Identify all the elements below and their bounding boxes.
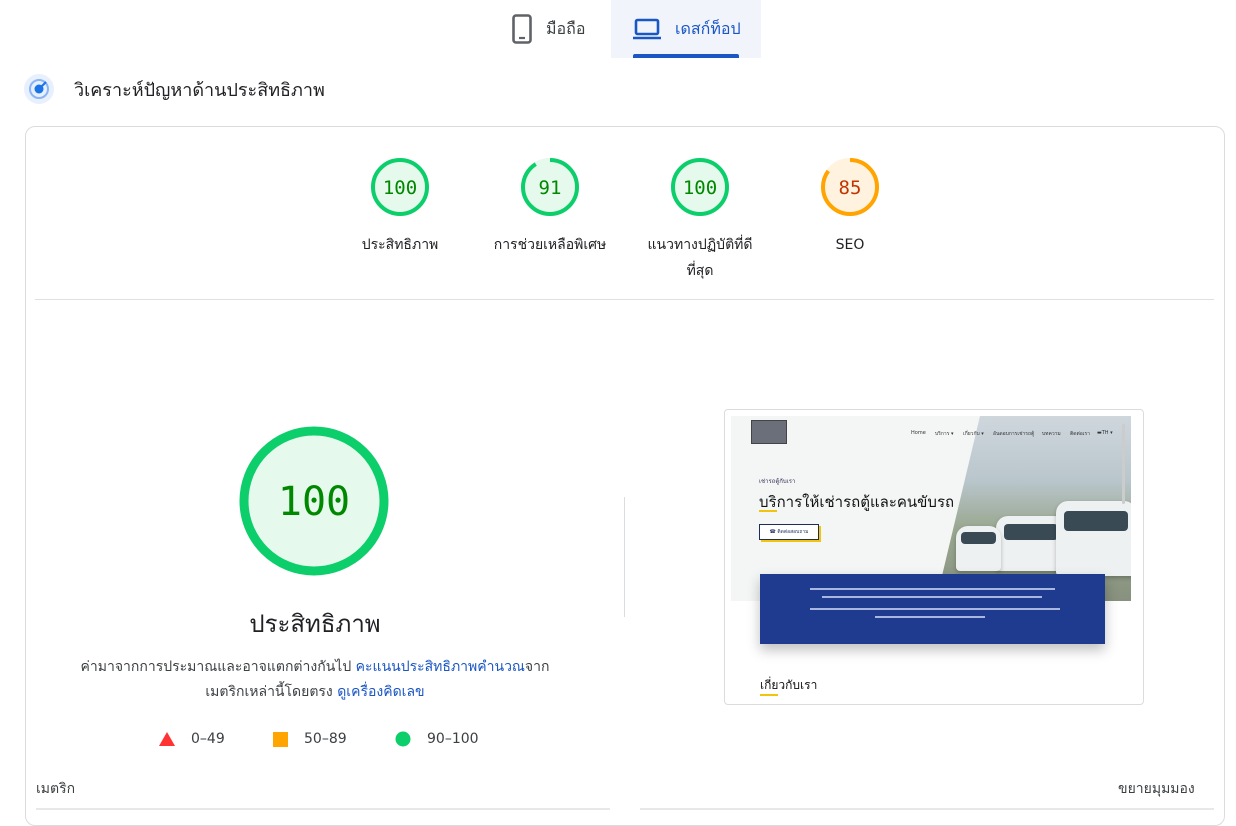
- device-tabs: มือถือ เดสก์ท็อป: [0, 0, 1236, 58]
- tab-desktop-label: เดสก์ท็อป: [675, 18, 741, 38]
- triangle-icon: [159, 732, 175, 746]
- preview-info-box: [760, 574, 1105, 644]
- vertical-separator: [624, 497, 625, 617]
- preview-headline: บริการให้เช่ารถตู้และคนขับรถ: [759, 493, 955, 511]
- expand-view-toggle[interactable]: ขยายมุมมอง: [1118, 778, 1195, 800]
- preview-scrollbar: [1122, 424, 1125, 504]
- preview-headline-underline: [759, 510, 777, 512]
- main-performance-gauge: 100: [239, 426, 389, 576]
- description-prefix: ค่ามาจากการประมาณและอาจแตกต่างกันไป: [80, 659, 356, 675]
- gauge-ring-seo: 85: [821, 158, 879, 216]
- section-header: วิเคราะห์ปัญหาด้านประสิทธิภาพ: [24, 74, 325, 104]
- square-icon: [273, 731, 288, 747]
- gauge-label-performance: ประสิทธิภาพ: [361, 237, 439, 253]
- score-description: ค่ามาจากการประมาณและอาจแตกต่างกันไป คะแน…: [70, 655, 560, 705]
- tab-mobile[interactable]: มือถือ: [496, 0, 611, 58]
- preview-nav-item: บทความ: [1042, 431, 1061, 437]
- legend-pass-range: 90–100: [427, 731, 479, 747]
- preview-logo: [751, 420, 787, 444]
- legend-average: 50–89: [273, 729, 347, 749]
- gauge-label-best-practices: แนวทางปฏิบัติที่ดีที่สุด: [647, 237, 753, 279]
- main-score-title: ประสิทธิภาพ: [249, 610, 381, 638]
- preview-nav-item: ▬TH ▾: [1097, 430, 1113, 436]
- gauge-accessibility[interactable]: 91 การช่วยเหลือพิเศษ: [490, 156, 610, 258]
- gauge-best-practices[interactable]: 100 แนวทางปฏิบัติที่ดีที่สุด: [640, 156, 760, 284]
- legend-pass: 90–100: [395, 729, 479, 749]
- gauge-score-accessibility: 91: [539, 177, 562, 199]
- metrics-label: เมตริก: [36, 781, 76, 797]
- legend-fail: 0–49: [159, 729, 225, 749]
- preview-nav-item: อันดอบการเช่ารถตู้: [993, 431, 1035, 437]
- gauge-ring-best-practices: 100: [671, 158, 729, 216]
- preview-about-underline: [760, 694, 778, 696]
- smartphone-icon: [512, 14, 532, 44]
- preview-nav-item: เกี่ยวกับ ▾: [963, 431, 984, 437]
- gauge-score-seo: 85: [839, 177, 862, 199]
- card-divider: [35, 299, 1214, 300]
- preview-about-heading: เกี่ยวกับเรา: [760, 678, 818, 692]
- preview-nav-item: บริการ ▾: [935, 431, 954, 437]
- gauge-ring-accessibility: 91: [521, 158, 579, 216]
- preview-nav-item: ติดต่อเรา: [1070, 431, 1090, 437]
- preview-small-label: เช่ารถตู้กับเรา: [759, 478, 796, 485]
- preview-nav-item: Home: [911, 430, 926, 436]
- main-score-value: 100: [278, 479, 350, 525]
- preview-contact-button: ☎ ติดต่อสอบถาม: [759, 524, 819, 540]
- gauge-performance[interactable]: 100 ประสิทธิภาพ: [340, 156, 460, 258]
- tab-desktop[interactable]: เดสก์ท็อป: [611, 0, 761, 58]
- performance-diagnose-icon: [24, 74, 54, 104]
- gauge-score-best-practices: 100: [683, 177, 717, 199]
- tab-mobile-label: มือถือ: [546, 18, 586, 38]
- gauge-score-performance: 100: [383, 177, 417, 199]
- legend-fail-range: 0–49: [191, 731, 225, 747]
- section-title: วิเคราะห์ปัญหาด้านประสิทธิภาพ: [74, 79, 325, 101]
- calculator-link[interactable]: ดูเครื่องคิดเลข: [337, 684, 424, 700]
- circle-icon: [395, 731, 411, 747]
- gauge-ring-performance: 100: [371, 158, 429, 216]
- legend-average-range: 50–89: [304, 731, 347, 747]
- gauge-label-accessibility: การช่วยเหลือพิเศษ: [493, 237, 607, 253]
- gauge-label-seo: SEO: [835, 237, 865, 253]
- final-screenshot-preview[interactable]: Home บริการ ▾ เกี่ยวกับ ▾ อันดอบการเช่ารถตู…: [724, 409, 1144, 705]
- score-calculation-link[interactable]: คะแนนประสิทธิภาพคำนวณ: [356, 659, 525, 675]
- gauge-seo[interactable]: 85 SEO: [790, 156, 910, 258]
- laptop-icon: [633, 18, 661, 40]
- active-tab-indicator: [633, 54, 739, 58]
